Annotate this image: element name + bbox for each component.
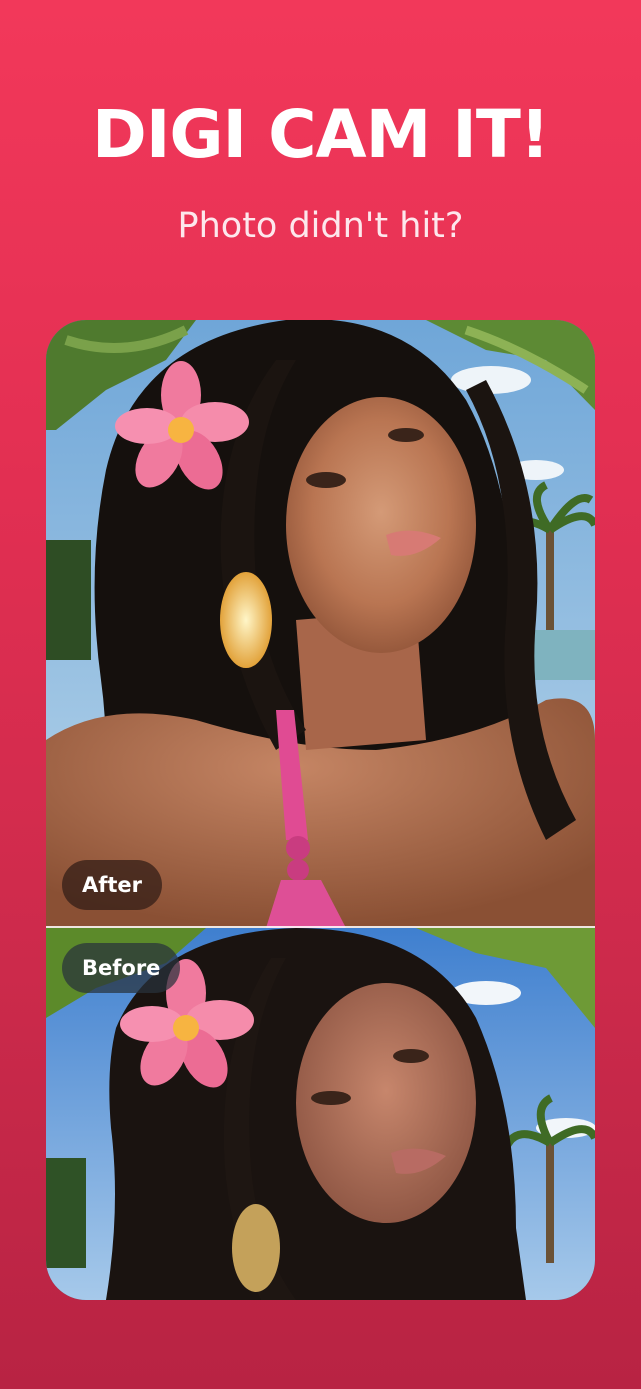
after-photo xyxy=(46,320,595,928)
promo-screen: DIGI CAM IT! Photo didn't hit? After Bef… xyxy=(0,0,641,1389)
headline-subtitle: Photo didn't hit? xyxy=(177,206,464,246)
headline-title: DIGI CAM IT! xyxy=(92,96,550,173)
after-label: After xyxy=(62,860,163,910)
before-after-comparison: After Before xyxy=(46,320,595,1300)
before-label: Before xyxy=(62,943,181,993)
